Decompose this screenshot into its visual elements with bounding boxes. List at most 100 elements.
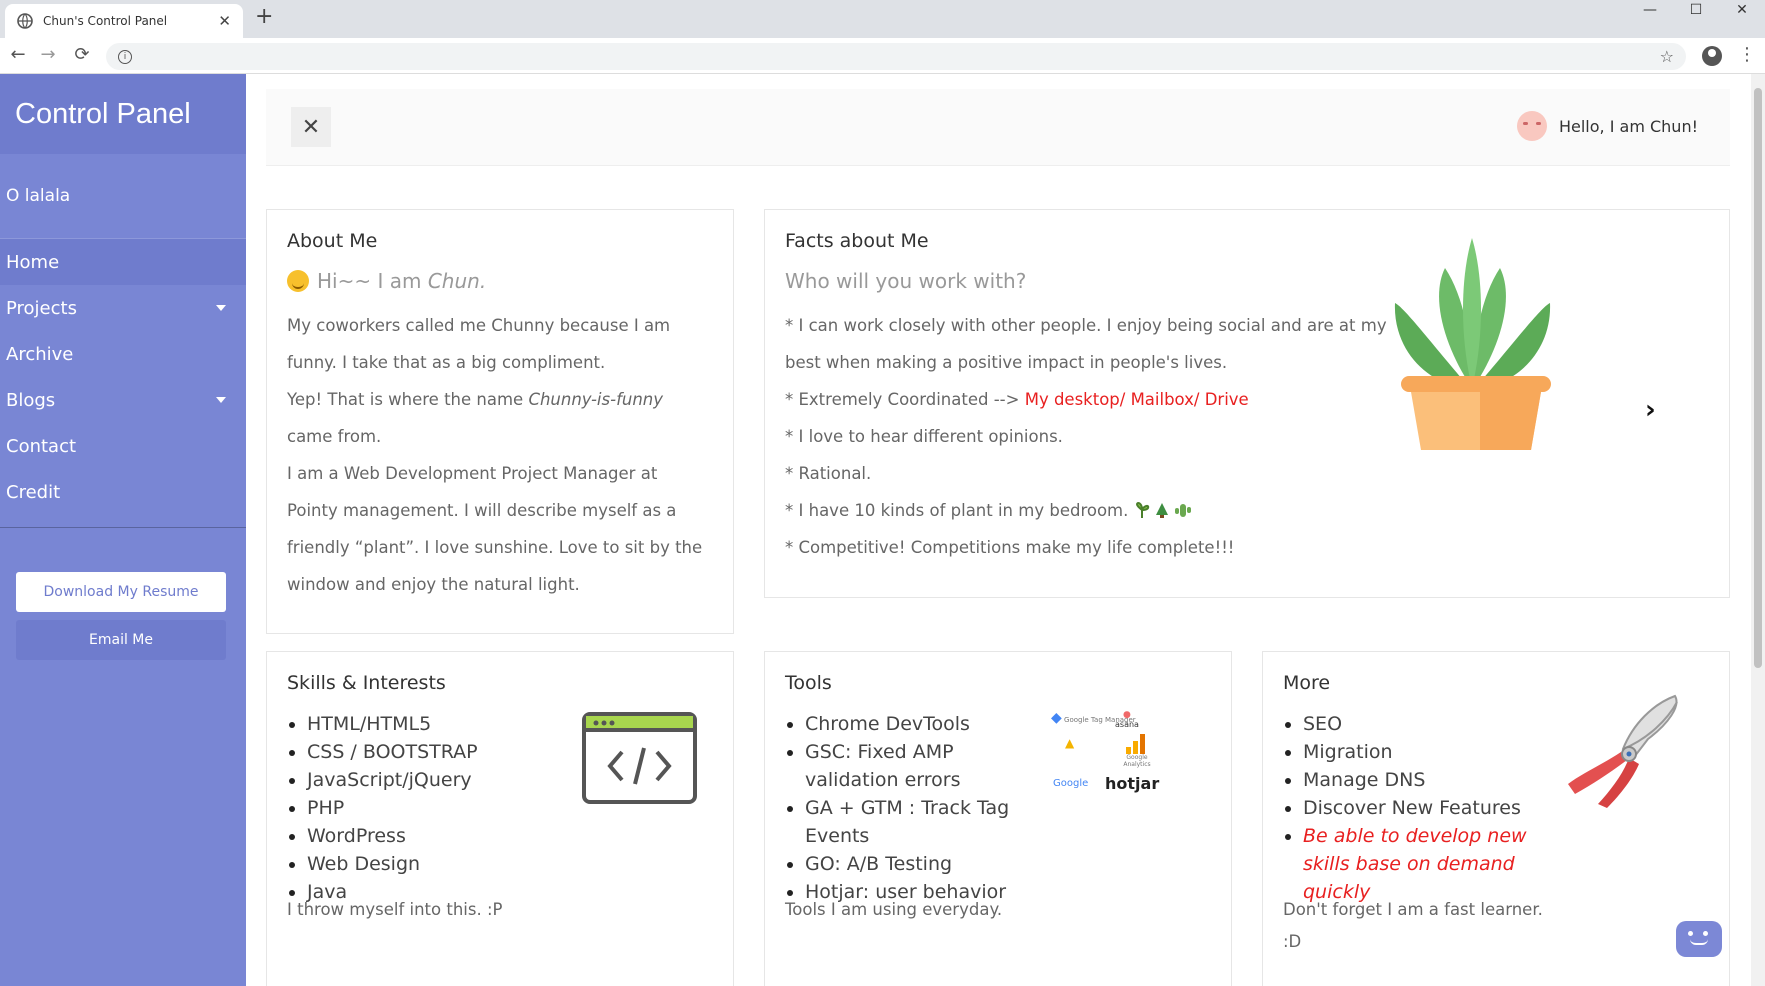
browser-tab-bar: Chun's Control Panel ✕ + — ☐ ✕ xyxy=(0,0,1765,38)
about-line: Pointy management. I will describe mysel… xyxy=(287,501,677,520)
list-item: SEO xyxy=(1303,710,1553,738)
tab-close-icon[interactable]: ✕ xyxy=(218,12,231,30)
sidebar-item-label: Credit xyxy=(6,481,61,503)
sidebar-item-home[interactable]: Home xyxy=(0,239,246,285)
about-line: Yep! That is where the name Chunny-is-fu… xyxy=(287,381,702,418)
skills-card: Skills & Interests HTML/HTML5 CSS / BOOT… xyxy=(266,651,734,986)
about-body: My coworkers called me Chunny because I … xyxy=(287,307,702,603)
more-footer: Don't forget I am a fast learner. xyxy=(1283,900,1543,919)
window-close-button[interactable]: ✕ xyxy=(1719,0,1765,20)
top-bar: ✕ Hello, I am Chun! xyxy=(266,89,1730,166)
fact-line: * Extremely Coordinated --> My desktop/ … xyxy=(785,381,1387,418)
more-title: More xyxy=(1283,672,1331,694)
facts-body: * I can work closely with other people. … xyxy=(785,307,1387,566)
maximize-button[interactable]: ☐ xyxy=(1673,0,1719,20)
more-card: More SEO Migration Manage DNS Discover N… xyxy=(1262,651,1730,986)
reload-button[interactable]: ⟳ xyxy=(70,44,94,65)
desktop-mailbox-drive-link[interactable]: My desktop/ Mailbox/ Drive xyxy=(1025,390,1249,409)
sidebar-item-projects[interactable]: Projects xyxy=(0,285,246,331)
about-line: funny. I take that as a big compliment. xyxy=(287,353,606,372)
about-line: window and enjoy the natural light. xyxy=(287,575,580,594)
new-tab-button[interactable]: + xyxy=(255,4,273,29)
fact-line: best when making a positive impact in pe… xyxy=(785,353,1228,372)
download-resume-button[interactable]: Download My Resume xyxy=(16,572,226,612)
more-footer-smile: :D xyxy=(1283,932,1302,951)
fact-text: * Extremely Coordinated --> xyxy=(785,390,1020,409)
greeting-text: Hello, I am Chun! xyxy=(1558,116,1698,136)
list-item: Web Design xyxy=(307,850,478,878)
page: Control Panel O lalala Home Projects Arc… xyxy=(0,74,1765,986)
fact-line: * I have 10 kinds of plant in my bedroom… xyxy=(785,492,1387,529)
tools-list: Chrome DevTools GSC: Fixed AMP validatio… xyxy=(805,710,1015,906)
bookmark-star-icon[interactable]: ☆ xyxy=(1660,47,1674,66)
list-item: CSS / BOOTSTRAP xyxy=(307,738,478,766)
fact-line: * I can work closely with other people. … xyxy=(785,316,1387,335)
about-subtitle-text: Hi~~ I am xyxy=(317,269,428,293)
browser-menu-icon[interactable]: ⋮ xyxy=(1738,44,1756,65)
fact-line: * I love to hear different opinions. xyxy=(785,427,1063,446)
skills-list: HTML/HTML5 CSS / BOOTSTRAP JavaScript/jQ… xyxy=(307,710,478,906)
list-item: GSC: Fixed AMP validation errors xyxy=(805,738,1015,794)
fact-line: * Rational. xyxy=(785,464,872,483)
email-me-button[interactable]: Email Me xyxy=(16,620,226,660)
list-item: PHP xyxy=(307,794,478,822)
asana-logo: ● asana xyxy=(1115,710,1139,729)
address-bar: ← → ⟳ i ☆ ⋮ xyxy=(0,38,1765,74)
google-optimize-logo: ▲ xyxy=(1065,736,1075,750)
about-line: I am a Web Development Project Manager a… xyxy=(287,464,658,483)
sidebar-item-archive[interactable]: Archive xyxy=(0,331,246,377)
sidebar-brand[interactable]: Control Panel xyxy=(0,74,246,154)
close-icon: ✕ xyxy=(301,114,321,140)
facts-subtitle: Who will you work with? xyxy=(785,269,1027,293)
about-nickname: Chunny-is-funny xyxy=(528,390,664,409)
list-item: HTML/HTML5 xyxy=(307,710,478,738)
url-field[interactable]: i ☆ xyxy=(106,43,1686,70)
more-list: SEO Migration Manage DNS Discover New Fe… xyxy=(1303,710,1553,906)
list-item-highlight: Be able to develop new skills base on de… xyxy=(1303,822,1553,906)
facts-title: Facts about Me xyxy=(785,230,929,252)
list-item: Migration xyxy=(1303,738,1553,766)
sidebar-item-blogs[interactable]: Blogs xyxy=(0,377,246,423)
scrollbar-thumb[interactable] xyxy=(1754,88,1762,668)
minimize-button[interactable]: — xyxy=(1627,0,1673,20)
browser-tab[interactable]: Chun's Control Panel ✕ xyxy=(5,4,243,38)
fact-line: * Competitive! Competitions make my life… xyxy=(785,538,1235,557)
sidebar-item-label: Projects xyxy=(6,297,77,319)
sidebar-item-credit[interactable]: Credit xyxy=(0,469,246,515)
about-line: My coworkers called me Chunny because I … xyxy=(287,316,671,335)
pliers-icon xyxy=(1568,694,1678,808)
sidebar-item-contact[interactable]: Contact xyxy=(0,423,246,469)
chat-bot-icon[interactable] xyxy=(1676,921,1722,957)
list-item: GA + GTM : Track Tag Events xyxy=(805,794,1015,850)
caret-down-icon xyxy=(216,397,226,403)
about-line: came from. xyxy=(287,427,382,446)
sidebar-item-label: Archive xyxy=(6,343,74,365)
user-greeting[interactable]: Hello, I am Chun! xyxy=(1516,111,1698,141)
asana-text: asana xyxy=(1115,720,1139,729)
info-icon[interactable]: i xyxy=(118,49,132,64)
tools-title: Tools xyxy=(785,672,832,694)
sidebar: Control Panel O lalala Home Projects Arc… xyxy=(0,74,246,986)
sidebar-divider xyxy=(0,527,246,528)
main-content: ✕ Hello, I am Chun! About Me Hi~~ I am C… xyxy=(246,74,1751,986)
tools-card: Tools Chrome DevTools GSC: Fixed AMP val… xyxy=(764,651,1232,986)
about-title: About Me xyxy=(287,230,378,252)
skills-title: Skills & Interests xyxy=(287,672,446,694)
carousel-next-icon[interactable]: › xyxy=(1645,395,1656,425)
page-scrollbar[interactable] xyxy=(1751,74,1765,986)
about-yep-text: Yep! That is where the name xyxy=(287,390,529,409)
list-item: Discover New Features xyxy=(1303,794,1553,822)
sidebar-user: O lalala xyxy=(0,154,246,239)
tools-logos: ◆ Google Tag Manager ● asana ▲ Google Ana… xyxy=(1049,710,1161,800)
list-item: GO: A/B Testing xyxy=(805,850,1015,878)
google-logo: Google xyxy=(1053,778,1089,789)
code-window-icon xyxy=(582,712,697,804)
back-button[interactable]: ← xyxy=(6,44,30,65)
forward-button[interactable]: → xyxy=(36,44,60,65)
close-sidebar-button[interactable]: ✕ xyxy=(291,107,331,147)
account-icon[interactable] xyxy=(1702,46,1722,66)
facts-card: Facts about Me Who will you work with? *… xyxy=(764,209,1730,598)
about-line: friendly “plant”. I love sunshine. Love … xyxy=(287,538,703,557)
sidebar-item-label: Contact xyxy=(6,435,77,457)
tab-title: Chun's Control Panel xyxy=(43,14,168,28)
